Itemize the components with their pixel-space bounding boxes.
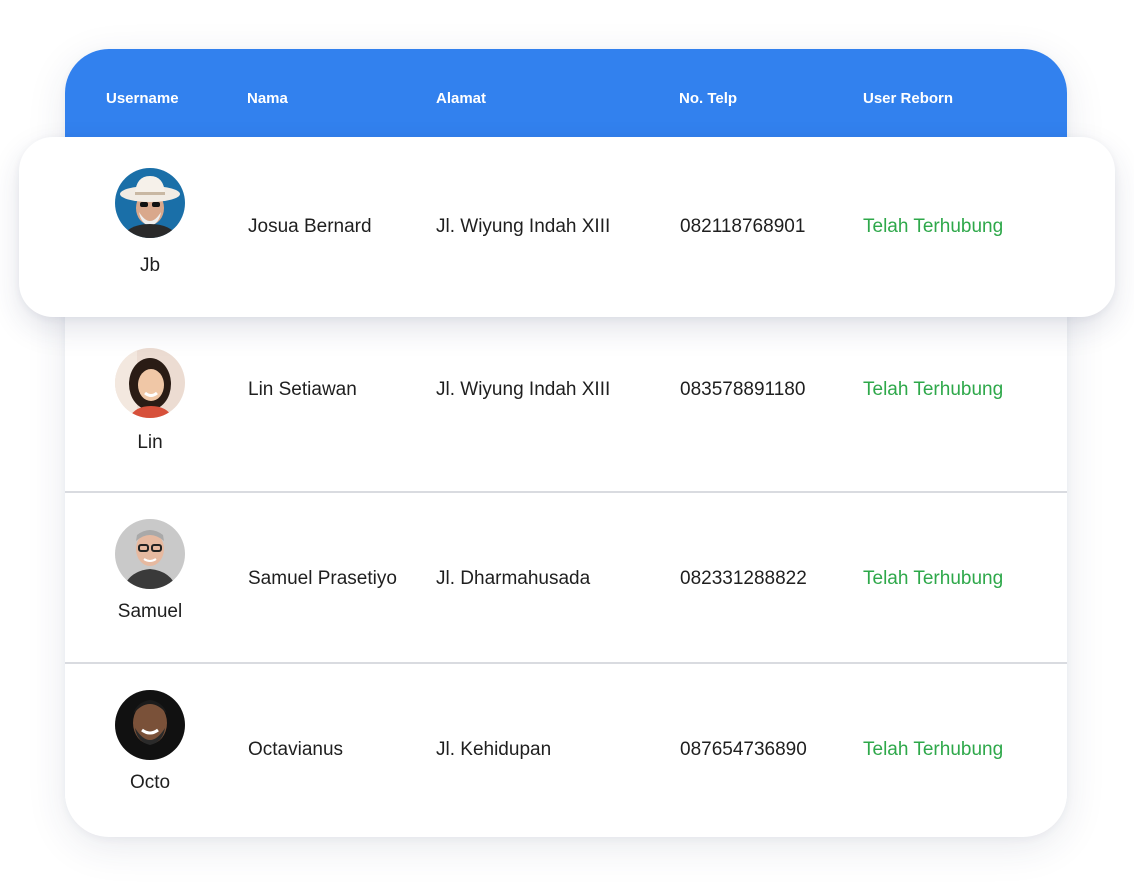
header-telp: No. Telp	[679, 90, 738, 107]
alamat-cell: Jl. Wiyung Indah XIII	[436, 379, 611, 400]
username-label: Samuel	[117, 601, 183, 622]
telp-cell: 083578891180	[680, 379, 806, 400]
username-label: Octo	[129, 772, 171, 793]
table-row[interactable]: Octo Octavianus Jl. Kehidupan 0876547368…	[65, 664, 1067, 835]
alamat-cell: Jl. Kehidupan	[436, 739, 552, 760]
stage: Username Nama Alamat No. Telp User Rebor…	[0, 0, 1134, 886]
status-badge: Telah Terhubung	[863, 739, 1004, 760]
alamat-cell: Jl. Dharmahusada	[436, 568, 591, 589]
header-username: Username	[106, 90, 179, 107]
nama-cell: Samuel Prasetiyo	[248, 568, 397, 589]
header-nama: Nama	[247, 90, 288, 107]
header-alamat: Alamat	[436, 90, 487, 107]
username-label: Lin	[137, 432, 163, 453]
status-badge: Telah Terhubung	[863, 216, 1004, 237]
table-row[interactable]: Lin Lin Setiawan Jl. Wiyung Indah XIII 0…	[65, 317, 1067, 488]
nama-cell: Lin Setiawan	[248, 379, 357, 400]
avatar-man-beard-icon	[115, 690, 185, 760]
avatar-man-white-hat-icon	[115, 168, 185, 238]
nama-cell: Josua Bernard	[248, 216, 372, 237]
status-badge: Telah Terhubung	[863, 379, 1004, 400]
table-header: Username Nama Alamat No. Telp User Rebor…	[65, 49, 1067, 138]
table-row[interactable]: Samuel Samuel Prasetiyo Jl. Dharmahusada…	[65, 493, 1067, 664]
avatar-woman-smiling-icon	[115, 348, 185, 418]
telp-cell: 082331288822	[680, 568, 807, 589]
username-label: Jb	[139, 255, 161, 276]
telp-cell: 087654736890	[680, 739, 807, 760]
status-badge: Telah Terhubung	[863, 568, 1004, 589]
header-reborn: User Reborn	[863, 90, 954, 107]
telp-cell: 082118768901	[680, 216, 806, 237]
avatar-man-glasses-icon	[115, 519, 185, 589]
alamat-cell: Jl. Wiyung Indah XIII	[436, 216, 611, 237]
nama-cell: Octavianus	[248, 739, 344, 760]
table-row-highlighted[interactable]: Jb Josua Bernard Jl. Wiyung Indah XIII 0…	[19, 137, 1115, 317]
